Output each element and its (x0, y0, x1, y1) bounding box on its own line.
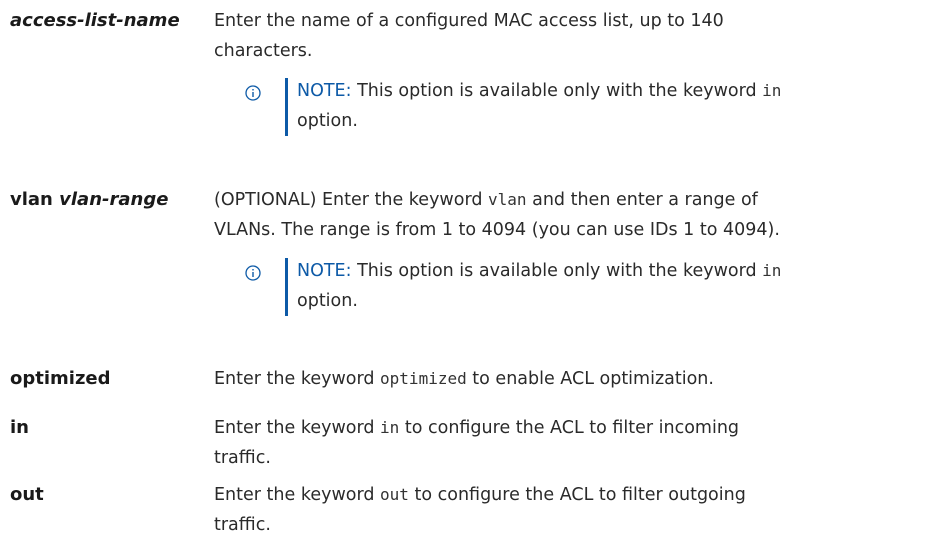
info-icon (245, 265, 261, 281)
param-term: vlan vlan-range (10, 185, 168, 215)
info-icon (245, 85, 261, 101)
desc-line: characters. (214, 41, 313, 61)
desc-code: in (380, 418, 400, 437)
param-term-bold: optimized (10, 368, 111, 389)
desc-line: traffic. (214, 515, 271, 535)
note-bar (285, 258, 288, 316)
desc-code: optimized (380, 369, 467, 388)
desc-pre: (OPTIONAL) Enter the keyword (214, 190, 489, 210)
note-line: option. (297, 111, 358, 131)
param-term: optimized (10, 364, 111, 394)
param-term-bold: vlan (10, 189, 60, 210)
desc-pre: Enter the keyword (214, 369, 381, 389)
desc-line: traffic. (214, 448, 271, 468)
param-description: (OPTIONAL) Enter the keyword vlan and th… (214, 185, 934, 245)
desc-post: to configure the ACL to filter outgoing (408, 485, 746, 505)
param-term: in (10, 413, 29, 443)
param-description: Enter the keyword optimized to enable AC… (214, 364, 934, 394)
param-term: out (10, 480, 44, 510)
note-label: NOTE: (297, 81, 352, 101)
param-term-bold: in (10, 417, 29, 438)
desc-pre: Enter the keyword (214, 418, 381, 438)
note-text: NOTE: This option is available only with… (297, 76, 937, 136)
param-term-italic: vlan-range (59, 189, 169, 210)
desc-line: Enter the name of a configured MAC acces… (214, 11, 724, 31)
desc-pre: Enter the keyword (214, 485, 381, 505)
note-text-pre: This option is available only with the k… (351, 81, 763, 101)
note-code: in (762, 81, 782, 100)
note-label: NOTE: (297, 261, 352, 281)
param-description: Enter the keyword in to configure the AC… (214, 413, 934, 473)
desc-line: VLANs. The range is from 1 to 4094 (you … (214, 220, 780, 240)
desc-code: out (380, 485, 409, 504)
desc-code: vlan (488, 190, 527, 209)
param-term-italic: access-list-name (10, 10, 180, 31)
desc-post: and then enter a range of (526, 190, 758, 210)
param-description: Enter the name of a configured MAC acces… (214, 6, 934, 66)
param-term: access-list-name (10, 6, 180, 36)
desc-post: to configure the ACL to filter incoming (399, 418, 740, 438)
param-term-bold: out (10, 484, 44, 505)
param-description: Enter the keyword out to configure the A… (214, 480, 934, 540)
note-code: in (762, 261, 782, 280)
desc-post: to enable ACL optimization. (466, 369, 714, 389)
note-bar (285, 78, 288, 136)
note-line: option. (297, 291, 358, 311)
note-text: NOTE: This option is available only with… (297, 256, 937, 316)
note-text-pre: This option is available only with the k… (351, 261, 763, 281)
